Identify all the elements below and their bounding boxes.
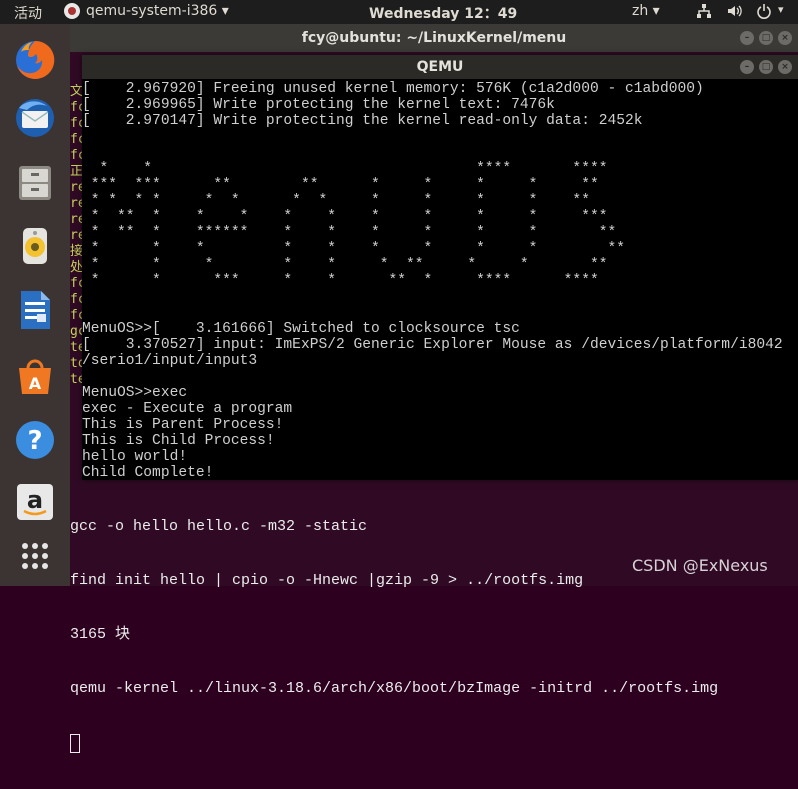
console-line: This is Parent Process! [82, 417, 284, 433]
files-icon[interactable] [11, 158, 59, 206]
qemu-app-icon [64, 3, 80, 19]
terminal-output[interactable]: gcc -o hello hello.c -m32 -static find i… [70, 482, 718, 789]
qemu-maximize-button[interactable]: □ [759, 60, 773, 74]
firefox-icon[interactable] [11, 36, 59, 84]
console-line: [ 3.370527] input: ImExPS/2 Generic Expl… [82, 337, 783, 353]
minimize-button[interactable]: – [740, 31, 754, 45]
watermark: CSDN @ExNexus [632, 556, 768, 575]
console-line: Child Complete! [82, 465, 214, 480]
qemu-minimize-button[interactable]: – [740, 60, 754, 74]
amazon-icon[interactable]: a [11, 478, 59, 526]
console-line: This is Child Process! [82, 433, 275, 449]
close-button[interactable]: × [778, 31, 792, 45]
terminal-line: gcc -o hello hello.c -m32 -static [70, 518, 368, 535]
console-line: [ 2.970147] Write protecting the kernel … [82, 113, 643, 129]
help-icon[interactable]: ? [11, 416, 59, 464]
show-apps-icon[interactable] [11, 532, 59, 580]
console-line: MenuOS>>exec [82, 385, 188, 401]
libreoffice-writer-icon[interactable] [11, 286, 59, 334]
console-line: * * * * * * * * * * * * ** [82, 193, 590, 209]
console-line: /serio1/input/input3 [82, 353, 258, 369]
svg-text:?: ? [27, 426, 42, 456]
console-line: * ** * ****** * * * * * * ** [82, 225, 617, 241]
volume-icon [728, 5, 742, 17]
qemu-close-button[interactable]: × [778, 60, 792, 74]
console-line: * * **** **** [82, 161, 608, 177]
console-line: MenuOS>>[ 3.161666] Switched to clocksou… [82, 321, 520, 337]
terminal-cursor [70, 734, 80, 753]
console-line: [ 2.967920] Freeing unused kernel memory… [82, 81, 704, 97]
maximize-button[interactable]: □ [759, 31, 773, 45]
app-menu[interactable]: qemu-system-i386 ▾ [64, 3, 229, 19]
qemu-window[interactable]: QEMU – □ × [ 2.967920] Freeing unused ke… [82, 55, 798, 480]
network-icon [697, 4, 711, 18]
activities-button[interactable]: 活动 [14, 3, 42, 23]
terminal-title: fcy@ubuntu: ~/LinuxKernel/menu [301, 30, 567, 46]
terminal-titlebar[interactable]: fcy@ubuntu: ~/LinuxKernel/menu – □ × [70, 24, 798, 52]
terminal-line: qemu -kernel ../linux-3.18.6/arch/x86/bo… [70, 680, 719, 697]
chevron-down-icon: ▾ [778, 3, 784, 16]
software-center-icon[interactable]: A [11, 352, 59, 400]
svg-text:A: A [29, 374, 42, 393]
qemu-console[interactable]: [ 2.967920] Freeing unused kernel memory… [82, 79, 798, 480]
console-line: *** *** ** ** * * * * ** [82, 177, 599, 193]
thunderbird-icon[interactable] [11, 94, 59, 142]
console-line: hello world! [82, 449, 188, 465]
console-line: [ 2.969965] Write protecting the kernel … [82, 97, 555, 113]
system-menu[interactable]: ▾ [696, 3, 784, 19]
svg-text:a: a [27, 486, 43, 514]
console-output: [ 2.967920] Freeing unused kernel memory… [82, 81, 783, 480]
rhythmbox-icon[interactable] [11, 222, 59, 270]
console-line: * * * * * * ** * * ** [82, 257, 608, 273]
terminal-line: 3165 块 [70, 626, 131, 643]
clock[interactable]: Wednesday 12：49 [369, 3, 517, 23]
qemu-titlebar[interactable]: QEMU – □ × [82, 55, 798, 79]
console-line: * * * * * * * * * ** [82, 241, 625, 257]
dock: A ? a [0, 24, 70, 586]
qemu-title: QEMU [416, 59, 464, 75]
power-icon [757, 4, 771, 19]
input-method-indicator[interactable]: zh ▾ [632, 3, 660, 19]
app-menu-label: qemu-system-i386 ▾ [86, 3, 229, 19]
top-bar: 活动 qemu-system-i386 ▾ Wednesday 12：49 zh… [0, 0, 798, 24]
console-line: * * *** * * ** * **** **** [82, 273, 599, 289]
console-line: * ** * * * * * * * * * *** [82, 209, 608, 225]
terminal-line: find init hello | cpio -o -Hnewc |gzip -… [70, 572, 584, 589]
console-line: exec - Execute a program [82, 401, 293, 417]
